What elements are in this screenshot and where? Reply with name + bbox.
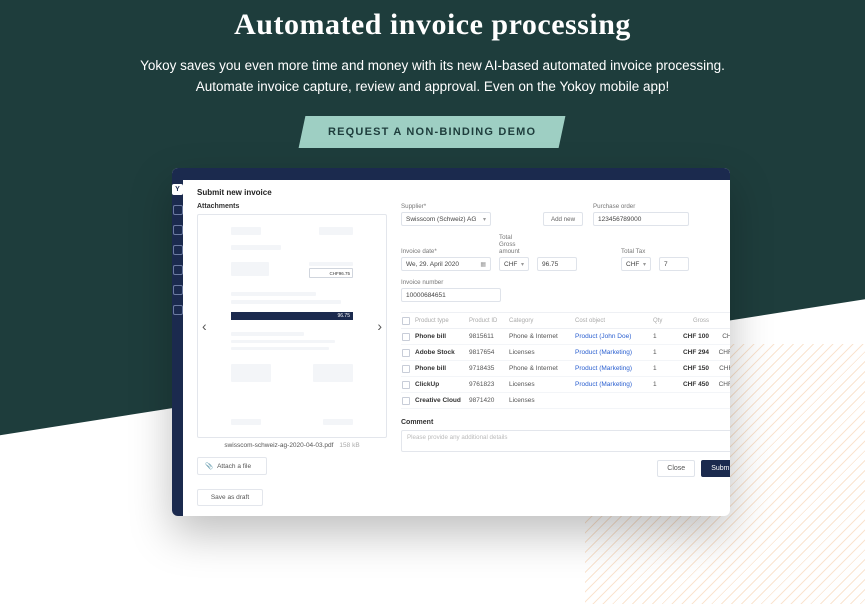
app-topbar — [172, 168, 730, 180]
cell-gross: CHF 150 — [673, 365, 711, 372]
add-new-supplier-button[interactable]: Add new — [543, 212, 583, 226]
cell-category: Licenses — [509, 381, 575, 388]
tax-label: Total Tax — [621, 248, 651, 255]
cell-cost-object[interactable]: Product (Marketing) — [575, 365, 653, 372]
table-row: Creative Cloud9871420Licenses — [401, 393, 730, 409]
invoice-date-input[interactable]: We, 29. April 2020▦ — [401, 257, 491, 271]
chevron-down-icon: ▾ — [483, 216, 486, 223]
tax-amount-input[interactable]: 7 — [659, 257, 689, 271]
cell-qty: 1 — [653, 381, 673, 388]
app-screenshot: Submit new invoice Attachments ‹ › CHF 9… — [172, 168, 730, 516]
invoice-document: CHF 96.75 96.75 — [227, 223, 357, 429]
logo-icon — [172, 184, 183, 195]
hero-title: Automated invoice processing — [0, 8, 865, 42]
cell-gross: CHF 450 — [673, 381, 711, 388]
cell-product-id: 9761823 — [469, 381, 509, 388]
app-sidebar — [172, 180, 183, 516]
attachment-filename: swisscom-schweiz-ag-2020-04-03.pdf158 kB — [197, 442, 387, 449]
supplier-label: Supplier* — [401, 203, 533, 210]
po-label: Purchase order — [593, 203, 689, 210]
cell-product-type: Creative Cloud — [415, 397, 469, 404]
table-row: Phone bill9815611Phone & InternetProduct… — [401, 329, 730, 345]
cell-gross: CHF 294 — [673, 349, 711, 356]
select-all-checkbox[interactable] — [402, 317, 410, 325]
save-draft-button[interactable]: Save as draft — [197, 489, 263, 506]
line-items-table: Product type Product ID Category Cost ob… — [401, 312, 730, 409]
cell-category: Licenses — [509, 397, 575, 404]
cell-product-id: 9817654 — [469, 349, 509, 356]
cell-product-id: 9871420 — [469, 397, 509, 404]
cell-cost-object[interactable]: Product (Marketing) — [575, 349, 653, 356]
hero-subtitle: Yokoy saves you even more time and money… — [123, 56, 743, 98]
cell-tax: CHF 32 — [711, 381, 730, 388]
supplier-select[interactable]: Swisscom (Schweiz) AG▾ — [401, 212, 491, 226]
table-row: Phone bill9718435Phone & InternetProduct… — [401, 361, 730, 377]
cell-qty: 1 — [653, 365, 673, 372]
request-demo-button[interactable]: REQUEST A NON-BINDING DEMO — [299, 116, 566, 148]
row-checkbox[interactable] — [402, 333, 410, 341]
row-checkbox[interactable] — [402, 349, 410, 357]
calendar-icon: ▦ — [480, 261, 486, 268]
cell-product-id: 9815611 — [469, 333, 509, 340]
row-checkbox[interactable] — [402, 397, 410, 405]
invoice-number-label: Invoice number — [401, 279, 501, 286]
page-title: Submit new invoice — [197, 188, 730, 197]
cell-product-type: Phone bill — [415, 333, 469, 340]
nav-icon[interactable] — [173, 285, 183, 295]
cell-tax: CHF 21 — [711, 349, 730, 356]
row-checkbox[interactable] — [402, 381, 410, 389]
tax-currency-select[interactable]: CHF▾ — [621, 257, 651, 271]
cell-category: Phone & Internet — [509, 333, 575, 340]
gross-label: Total Gross amount — [499, 234, 529, 255]
gross-currency-select[interactable]: CHF▾ — [499, 257, 529, 271]
close-button[interactable]: Close — [657, 460, 695, 477]
row-checkbox[interactable] — [402, 365, 410, 373]
invoice-date-label: Invoice date* — [401, 248, 491, 255]
paperclip-icon: 📎 — [205, 462, 213, 470]
cell-tax: CHF 11 — [711, 365, 730, 372]
invoice-number-input[interactable]: 10000684651 — [401, 288, 501, 302]
cell-category: Phone & Internet — [509, 365, 575, 372]
next-page-icon[interactable]: › — [377, 318, 382, 334]
cell-product-type: ClickUp — [415, 381, 469, 388]
nav-icon[interactable] — [173, 205, 183, 215]
cell-cost-object[interactable]: Product (John Doe) — [575, 333, 653, 340]
gross-amount-input[interactable]: 96.75 — [537, 257, 577, 271]
nav-icon[interactable] — [173, 245, 183, 255]
po-input[interactable]: 123456789000 — [593, 212, 689, 226]
table-row: ClickUp9761823LicensesProduct (Marketing… — [401, 377, 730, 393]
nav-icon[interactable] — [173, 305, 183, 315]
cell-cost-object[interactable]: Product (Marketing) — [575, 381, 653, 388]
cell-product-type: Phone bill — [415, 365, 469, 372]
cell-product-type: Adobe Stock — [415, 349, 469, 356]
cell-tax: CHF 7 — [711, 333, 730, 340]
attach-file-button[interactable]: 📎Attach a file — [197, 457, 267, 475]
table-header: Product type Product ID Category Cost ob… — [401, 313, 730, 329]
attachments-label: Attachments — [197, 203, 387, 210]
cell-gross: CHF 100 — [673, 333, 711, 340]
nav-icon[interactable] — [173, 265, 183, 275]
comment-textarea[interactable]: Please provide any additional details — [401, 430, 730, 452]
submit-button[interactable]: Submit — [701, 460, 730, 477]
attachment-preview: ‹ › CHF 96.75 96.75 — [197, 214, 387, 438]
comment-label: Comment — [401, 419, 730, 426]
nav-icon[interactable] — [173, 225, 183, 235]
cell-category: Licenses — [509, 349, 575, 356]
table-row: Adobe Stock9817654LicensesProduct (Marke… — [401, 345, 730, 361]
cell-qty: 1 — [653, 333, 673, 340]
prev-page-icon[interactable]: ‹ — [202, 318, 207, 334]
cell-product-id: 9718435 — [469, 365, 509, 372]
cell-qty: 1 — [653, 349, 673, 356]
